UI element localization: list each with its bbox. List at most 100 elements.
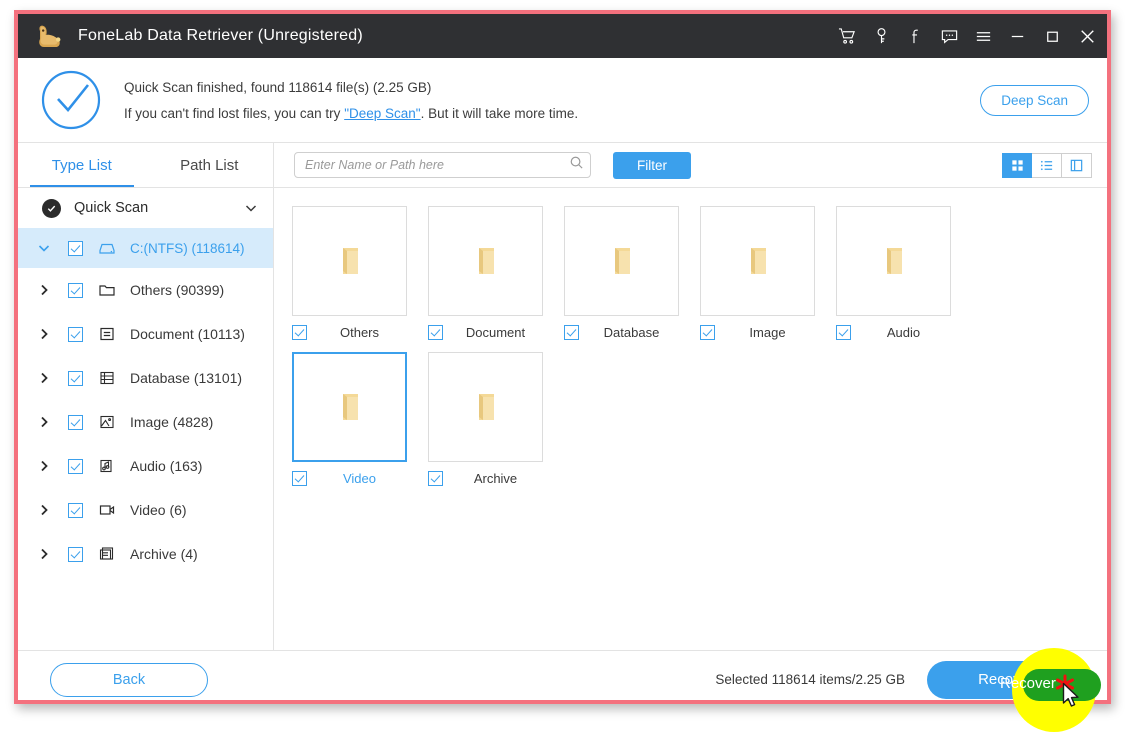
feedback-icon[interactable] xyxy=(932,14,966,58)
tile-checkbox[interactable] xyxy=(428,471,443,486)
tree-checkbox-document[interactable] xyxy=(68,326,83,342)
tile-archive[interactable]: Archive xyxy=(428,352,564,486)
tile-caption: Image xyxy=(700,325,836,340)
tile-database[interactable]: Database xyxy=(564,206,700,340)
title-bar: FoneLab Data Retriever (Unregistered) xyxy=(18,14,1107,58)
key-icon[interactable] xyxy=(864,14,898,58)
scan-mode-label: Quick Scan xyxy=(74,200,149,216)
tile-label: Others xyxy=(339,325,379,340)
tree-label-others: Others (90399) xyxy=(130,282,225,298)
tile-thumb[interactable] xyxy=(836,206,951,316)
chevron-right-icon[interactable] xyxy=(36,282,54,298)
chevron-right-icon[interactable] xyxy=(36,414,54,430)
search-field-wrapper[interactable] xyxy=(294,152,591,178)
tree-row-audio[interactable]: Audio (163) xyxy=(18,444,273,488)
folder-icon xyxy=(342,248,358,274)
chevron-right-icon[interactable] xyxy=(36,458,54,474)
close-icon[interactable] xyxy=(1070,14,1105,58)
tile-checkbox[interactable] xyxy=(700,325,715,340)
tile-others[interactable]: Others xyxy=(292,206,428,340)
deep-scan-link[interactable]: "Deep Scan" xyxy=(344,106,420,121)
tile-caption: Others xyxy=(292,325,428,340)
database-icon xyxy=(97,368,117,388)
image-icon xyxy=(97,412,117,432)
tree-checkbox-video[interactable] xyxy=(68,502,83,518)
scan-hint-suffix: . But it will take more time. xyxy=(420,105,579,121)
content-panel: Filter xyxy=(274,143,1107,650)
chevron-right-icon[interactable] xyxy=(36,502,54,518)
facebook-icon[interactable] xyxy=(898,14,932,58)
deep-scan-button[interactable]: Deep Scan xyxy=(980,84,1089,116)
recover-button[interactable]: Recover xyxy=(927,660,1085,699)
chevron-right-icon[interactable] xyxy=(36,326,54,342)
tree-row-video[interactable]: Video (6) xyxy=(18,488,273,532)
selection-summary: Selected 118614 items/2.25 GB xyxy=(715,672,905,687)
split-view-icon[interactable] xyxy=(1062,152,1092,178)
tile-checkbox[interactable] xyxy=(292,471,307,486)
tile-thumb[interactable] xyxy=(428,352,543,462)
scan-mode-selector[interactable]: Quick Scan xyxy=(18,188,273,228)
tree-row-drive[interactable]: C:(NTFS) (118614) xyxy=(18,228,273,268)
tree-label-drive: C:(NTFS) (118614) xyxy=(130,240,245,256)
tree-row-document[interactable]: Document (10113) xyxy=(18,312,273,356)
folder-icon xyxy=(750,248,766,274)
tile-thumb[interactable] xyxy=(428,206,543,316)
tree-row-database[interactable]: Database (13101) xyxy=(18,356,273,400)
chevron-down-icon[interactable] xyxy=(36,240,54,256)
tree-row-others[interactable]: Others (90399) xyxy=(18,268,273,312)
tree-row-archive[interactable]: Archive (4) xyxy=(18,532,273,576)
tree-label-video: Video (6) xyxy=(130,502,187,518)
app-logo-icon xyxy=(32,19,66,53)
tile-label: Image xyxy=(749,325,786,340)
tree-checkbox-database[interactable] xyxy=(68,370,83,386)
tile-checkbox[interactable] xyxy=(428,325,443,340)
list-view-icon[interactable] xyxy=(1032,152,1062,178)
tree-checkbox-others[interactable] xyxy=(68,282,83,298)
titlebar-actions xyxy=(830,14,1105,58)
tile-thumb[interactable] xyxy=(292,206,407,316)
view-mode-group xyxy=(1002,152,1092,178)
tile-thumb[interactable] xyxy=(564,206,679,316)
filter-button[interactable]: Filter xyxy=(613,151,691,179)
tile-document[interactable]: Document xyxy=(428,206,564,340)
minimize-icon[interactable] xyxy=(1000,14,1035,58)
grid-view-icon[interactable] xyxy=(1002,152,1032,178)
tile-label: Document xyxy=(465,325,526,340)
tile-label: Audio xyxy=(886,325,921,340)
cart-icon[interactable] xyxy=(830,14,864,58)
back-button[interactable]: Back xyxy=(50,662,208,697)
tree-checkbox-archive[interactable] xyxy=(68,546,83,562)
tile-caption: Database xyxy=(564,325,700,340)
tile-checkbox[interactable] xyxy=(836,325,851,340)
search-input[interactable] xyxy=(305,158,569,172)
maximize-icon[interactable] xyxy=(1035,14,1070,58)
search-icon[interactable] xyxy=(569,155,584,175)
tile-checkbox[interactable] xyxy=(564,325,579,340)
tile-label: Archive xyxy=(473,471,518,486)
tile-audio[interactable]: Audio xyxy=(836,206,972,340)
chevron-right-icon[interactable] xyxy=(36,370,54,386)
tile-image[interactable]: Image xyxy=(700,206,836,340)
menu-icon[interactable] xyxy=(966,14,1000,58)
tile-checkbox[interactable] xyxy=(292,325,307,340)
tree-checkbox-drive[interactable] xyxy=(68,240,83,256)
tab-path-list[interactable]: Path List xyxy=(146,143,274,187)
tree-checkbox-audio[interactable] xyxy=(68,458,83,474)
tile-thumb[interactable] xyxy=(700,206,815,316)
footer-bar: Back Selected 118614 items/2.25 GB Recov… xyxy=(18,650,1107,708)
scan-status-text: Quick Scan finished, found 118614 file(s… xyxy=(124,80,980,121)
folder-icon xyxy=(614,248,630,274)
tree-checkbox-image[interactable] xyxy=(68,414,83,430)
tree-row-image[interactable]: Image (4828) xyxy=(18,400,273,444)
chevron-right-icon[interactable] xyxy=(36,546,54,562)
tile-video[interactable]: Video xyxy=(292,352,428,486)
chevron-down-icon[interactable] xyxy=(243,200,259,216)
tile-caption: Video xyxy=(292,471,428,486)
folder-icon xyxy=(478,394,494,420)
tab-type-list[interactable]: Type List xyxy=(18,143,146,187)
file-type-tiles: Others Document Database Image Audio Vid… xyxy=(274,188,1107,650)
tile-thumb[interactable] xyxy=(292,352,407,462)
folder-icon xyxy=(886,248,902,274)
content-toolbar: Filter xyxy=(274,143,1107,188)
video-icon xyxy=(97,500,117,520)
